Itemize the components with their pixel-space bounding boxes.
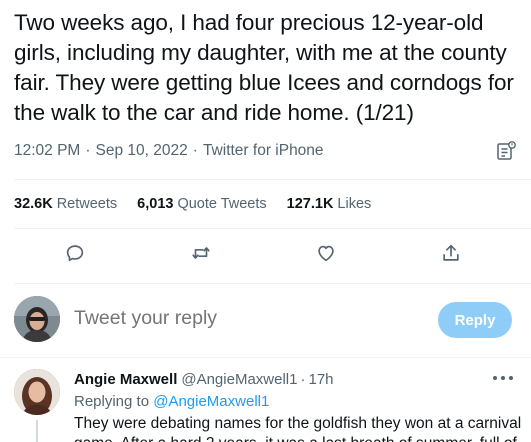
meta-separator: · [85, 142, 91, 159]
tweet-meta: 12:02 PM · Sep 10, 2022 · Twitter for iP… [14, 142, 324, 160]
reply-text: They were debating names for the goldfis… [74, 414, 524, 442]
reply-button[interactable] [62, 240, 88, 266]
likes-label: Likes [337, 196, 372, 212]
like-icon [318, 245, 334, 262]
divider [14, 283, 531, 284]
divider [0, 357, 531, 358]
author-handle[interactable]: @AngieMaxwell1 [181, 371, 297, 388]
quotes-count: 6,013 [137, 196, 174, 212]
quote-tweets-stat[interactable]: 6,013 Quote Tweets [137, 196, 267, 212]
replying-to-mention[interactable]: @AngieMaxwell1 [153, 393, 269, 410]
reply-composer: Reply [0, 292, 531, 350]
share-button[interactable] [438, 240, 464, 266]
reply-icon [66, 245, 84, 262]
avatar[interactable] [14, 296, 60, 342]
tweet-source[interactable]: Twitter for iPhone [203, 142, 324, 160]
replying-to-label: Replying to [74, 393, 150, 410]
reply-input[interactable] [74, 307, 325, 330]
likes-count: 127.1K [286, 196, 334, 212]
retweets-count: 32.6K [14, 196, 53, 212]
reply-header: Angie Maxwell @AngieMaxwell1 · 17h [74, 371, 334, 388]
meta-separator: · [192, 142, 198, 159]
header-separator: · [300, 371, 306, 388]
reply-time[interactable]: 17h [308, 371, 333, 388]
likes-stat[interactable]: 127.1K Likes [287, 196, 372, 212]
retweets-stat[interactable]: 32.6K Retweets [14, 196, 117, 212]
thread-line [36, 420, 38, 442]
reply-text-line: They were debating names for the goldfis… [74, 415, 522, 432]
retweet-icon [192, 247, 210, 259]
like-button[interactable] [313, 240, 339, 266]
reply-submit-button[interactable]: Reply [438, 302, 512, 338]
tweet-actions [0, 240, 531, 270]
more-icon[interactable] [493, 374, 513, 382]
retweets-label: Retweets [56, 196, 118, 212]
analytics-icon[interactable] [495, 140, 517, 162]
divider [14, 228, 531, 229]
share-icon [443, 244, 459, 261]
avatar[interactable] [14, 369, 60, 415]
tweet-text: Two weeks ago, I had four precious 12-ye… [14, 10, 514, 125]
divider [14, 179, 531, 180]
tweet-date[interactable]: Sep 10, 2022 [96, 142, 188, 160]
reply-text-line: game. After a hard 2 years, it was a las… [74, 434, 524, 442]
retweet-button[interactable] [188, 240, 214, 266]
replying-to: Replying to @AngieMaxwell1 [74, 393, 269, 410]
tweet-time[interactable]: 12:02 PM [14, 142, 80, 160]
quotes-label: Quote Tweets [177, 196, 267, 212]
reply-tweet[interactable]: Angie Maxwell @AngieMaxwell1 · 17h Reply… [0, 362, 531, 442]
tweet-stats: 32.6K Retweets 6,013 Quote Tweets 127.1K… [14, 196, 391, 212]
author-name[interactable]: Angie Maxwell [74, 371, 177, 388]
